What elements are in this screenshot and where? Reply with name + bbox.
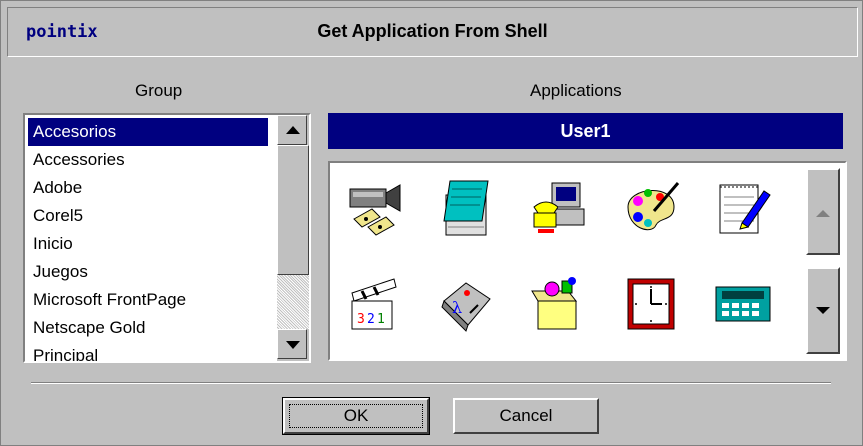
package-box-icon[interactable] — [528, 273, 590, 335]
cancel-button-label: Cancel — [499, 406, 553, 425]
arrow-down-icon — [816, 307, 830, 314]
notepad-icon[interactable] — [436, 177, 498, 239]
arrow-up-icon — [286, 126, 300, 134]
calculator-lambda-icon[interactable]: λ — [436, 273, 498, 335]
group-item-accessories[interactable]: Accessories — [28, 146, 268, 174]
group-label: Group — [135, 81, 183, 100]
svg-text:3: 3 — [357, 312, 365, 327]
cancel-button[interactable]: Cancel — [453, 398, 599, 434]
user-header: User1 — [328, 113, 843, 149]
group-item-microsoft-frontpage[interactable]: Microsoft FrontPage — [28, 286, 268, 314]
clock-icon[interactable] — [620, 273, 682, 335]
icon-pane-scrollbar[interactable] — [806, 168, 840, 354]
group-item-inicio[interactable]: Inicio — [28, 230, 268, 258]
applications-icon-pane: 3 2 1 λ — [328, 161, 847, 361]
scroll-thumb[interactable] — [277, 145, 309, 275]
group-item-principal[interactable]: Principal — [28, 342, 268, 361]
scroll-down-button[interactable] — [277, 329, 307, 359]
svg-text:λ: λ — [452, 298, 462, 317]
group-listbox[interactable]: Accesorios Accessories Adobe Corel5 Inic… — [23, 113, 311, 363]
keyboard-calculator-icon[interactable] — [712, 273, 774, 335]
paint-palette-icon[interactable] — [620, 177, 682, 239]
group-scrollbar[interactable] — [277, 115, 309, 361]
focus-rect — [289, 404, 423, 428]
applications-label: Applications — [530, 81, 622, 100]
svg-text:1: 1 — [377, 312, 385, 327]
group-item-adobe[interactable]: Adobe — [28, 174, 268, 202]
media-player-icon[interactable] — [344, 177, 406, 239]
group-item-netscape-gold[interactable]: Netscape Gold — [28, 314, 268, 342]
group-item-accesorios[interactable]: Accesorios — [28, 118, 268, 146]
media-clip-icon[interactable]: 3 2 1 — [344, 273, 406, 335]
arrow-up-icon — [816, 210, 830, 217]
icons-scroll-up-button[interactable] — [806, 168, 840, 255]
separator — [31, 382, 831, 384]
scroll-track[interactable] — [277, 275, 309, 329]
icons-scroll-down-button[interactable] — [806, 267, 840, 354]
svg-text:2: 2 — [367, 312, 375, 327]
title-bar: pointix Get Application From Shell — [7, 7, 858, 57]
write-pen-icon[interactable] — [712, 177, 774, 239]
dialog-title: Get Application From Shell — [317, 21, 548, 41]
scroll-up-button[interactable] — [277, 115, 307, 145]
arrow-down-icon — [286, 341, 300, 349]
phone-dialer-icon[interactable] — [528, 177, 590, 239]
dialog-window: pointix Get Application From Shell Group… — [0, 0, 863, 446]
group-item-juegos[interactable]: Juegos — [28, 258, 268, 286]
group-item-corel5[interactable]: Corel5 — [28, 202, 268, 230]
ok-button[interactable]: OK — [282, 397, 430, 435]
